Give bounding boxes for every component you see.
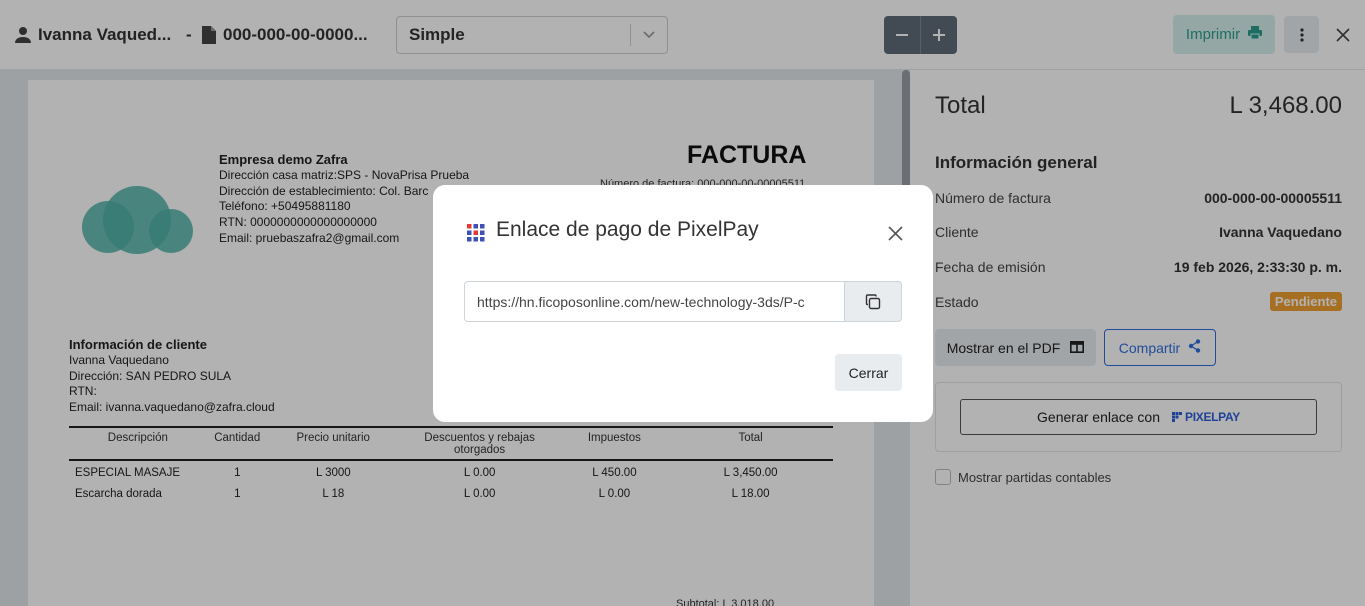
pixelpay-icon bbox=[466, 223, 486, 243]
dialog-title: Enlace de pago de PixelPay bbox=[496, 218, 759, 241]
copy-icon bbox=[865, 293, 881, 309]
pixelpay-link-dialog: Enlace de pago de PixelPay https://hn.fi… bbox=[433, 185, 933, 422]
close-icon[interactable] bbox=[885, 223, 905, 243]
copy-link-button[interactable] bbox=[844, 281, 902, 322]
payment-link-field[interactable]: https://hn.ficoposonline.com/new-technol… bbox=[464, 281, 845, 322]
close-dialog-button[interactable]: Cerrar bbox=[835, 354, 902, 391]
